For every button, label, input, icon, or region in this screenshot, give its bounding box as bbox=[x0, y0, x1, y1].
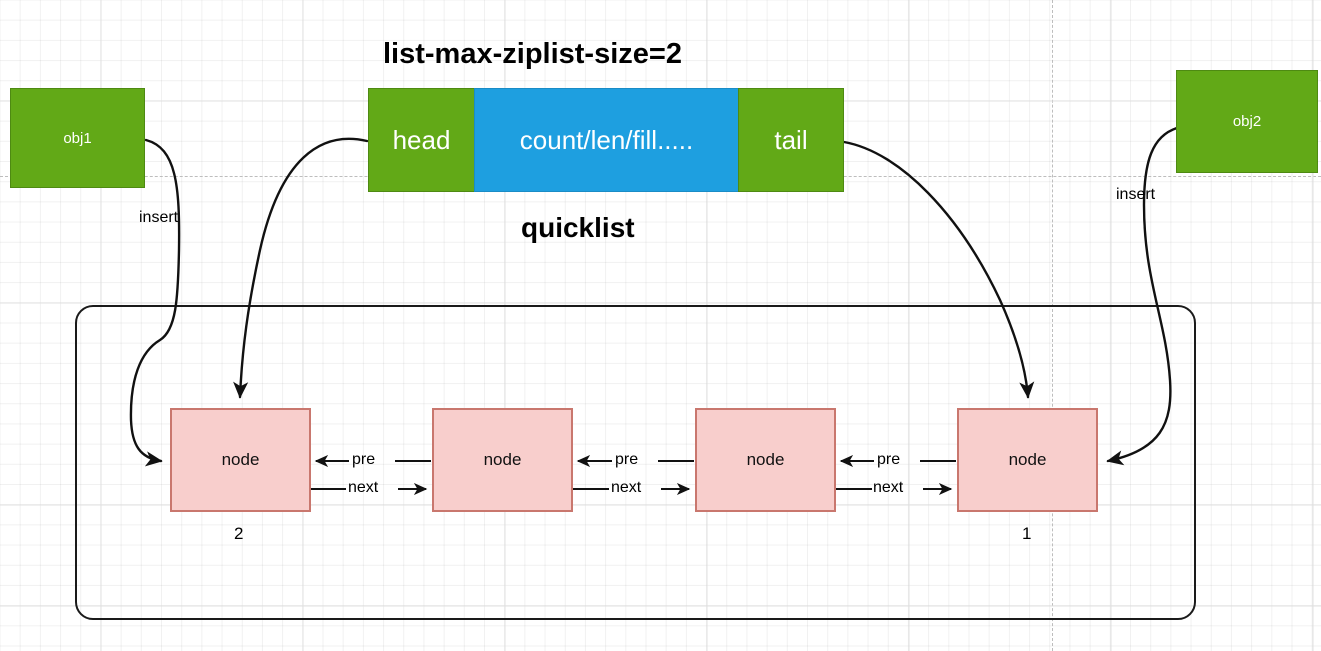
list-node-3: node bbox=[695, 408, 836, 512]
quicklist-field-tail: tail bbox=[738, 88, 844, 192]
edge-label-obj2-insert: insert bbox=[1116, 186, 1156, 203]
quicklist-field-body: count/len/fill..... bbox=[474, 88, 739, 192]
object-box-obj2: obj2 bbox=[1176, 70, 1318, 173]
pointer-label-pre-3-2: pre bbox=[615, 451, 639, 468]
object-box-obj2-label: obj2 bbox=[1232, 113, 1262, 130]
list-node-2-label: node bbox=[483, 450, 522, 469]
edge-label-obj1-insert: insert bbox=[139, 209, 179, 226]
diagram-canvas: list-max-ziplist-size=2 head count/len/f… bbox=[0, 0, 1321, 651]
list-node-4-index: 1 bbox=[1022, 524, 1032, 543]
pointer-label-next-2-3: next bbox=[611, 479, 642, 496]
edge-obj2-insert bbox=[1106, 126, 1179, 466]
edge-tail-to-node4 bbox=[842, 140, 1035, 399]
list-node-1-label: node bbox=[221, 450, 260, 469]
quicklist-field-body-label: count/len/fill..... bbox=[519, 124, 694, 155]
list-node-2: node bbox=[432, 408, 573, 512]
list-node-1-index: 2 bbox=[234, 524, 244, 543]
page-title: list-max-ziplist-size=2 bbox=[383, 38, 682, 70]
list-node-4-label: node bbox=[1008, 450, 1047, 469]
quicklist-field-tail-label: tail bbox=[774, 124, 808, 155]
edge-head-to-node1 bbox=[233, 137, 369, 399]
list-node-3-label: node bbox=[746, 450, 785, 469]
pointer-label-next-3-4: next bbox=[873, 479, 904, 496]
pointer-label-next-1-2: next bbox=[348, 479, 379, 496]
pointer-label-pre-2-1: pre bbox=[352, 451, 376, 468]
object-box-obj1: obj1 bbox=[10, 88, 145, 188]
quicklist-field-head: head bbox=[368, 88, 475, 192]
object-box-obj1-label: obj1 bbox=[63, 129, 92, 147]
quicklist-caption: quicklist bbox=[521, 212, 635, 243]
quicklist-field-head-label: head bbox=[392, 124, 451, 155]
list-node-1: node bbox=[170, 408, 311, 512]
list-node-4: node bbox=[957, 408, 1098, 512]
pointer-label-pre-4-3: pre bbox=[877, 451, 901, 468]
